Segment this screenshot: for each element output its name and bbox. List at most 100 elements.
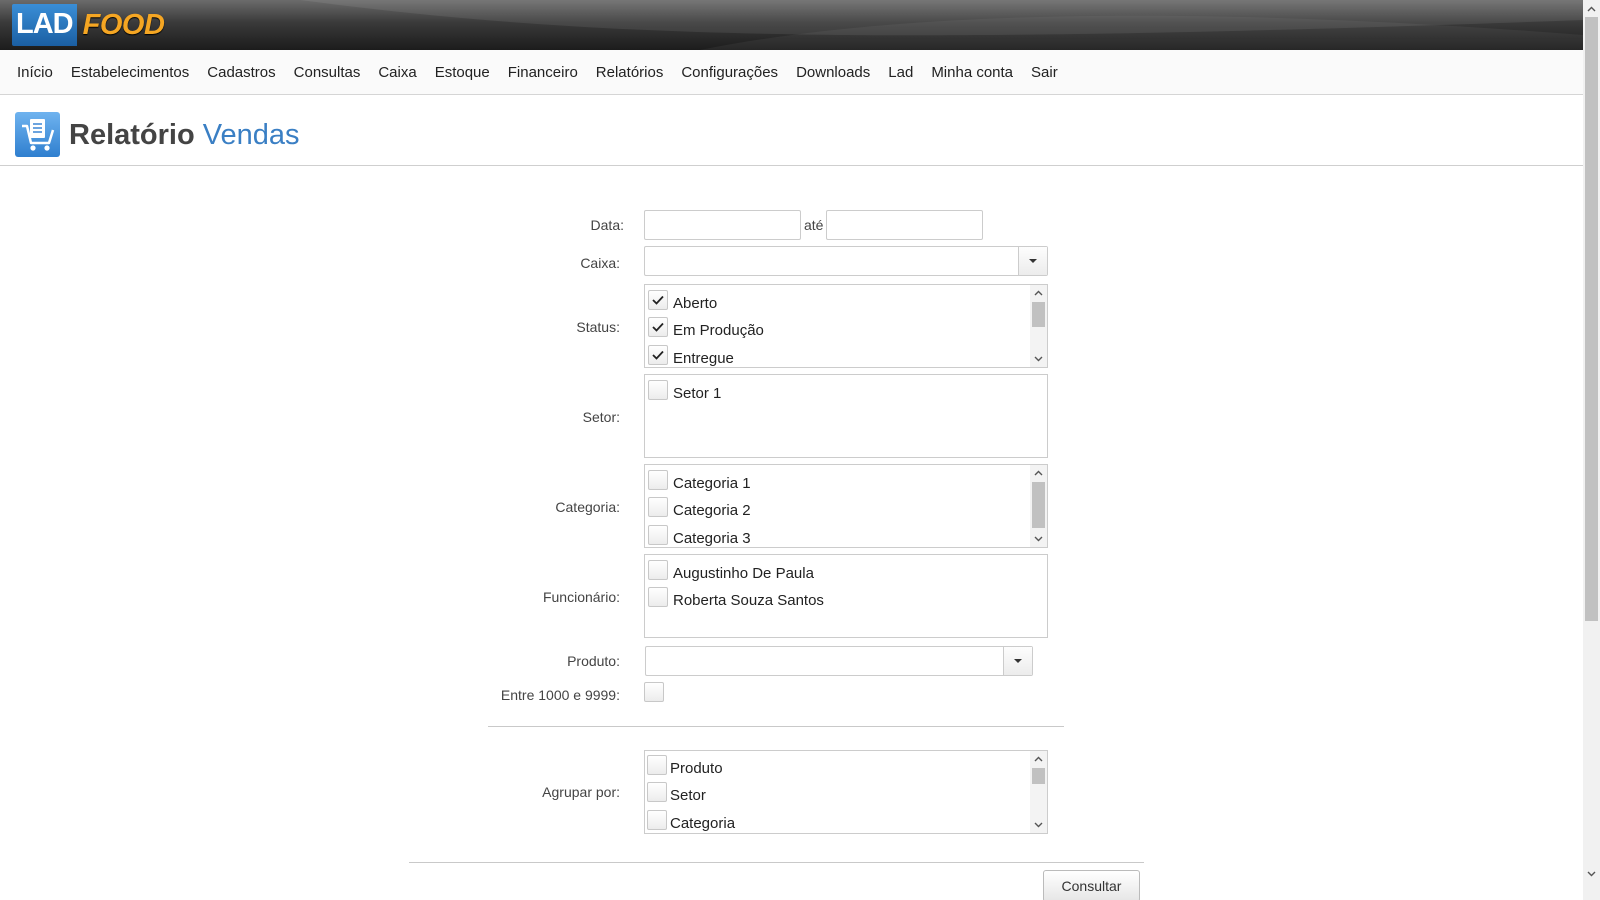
funcionario-checkbox[interactable] [648, 587, 668, 607]
categoria-scrollbar[interactable] [1030, 465, 1047, 547]
status-option-em-producao[interactable]: Em Produção [648, 315, 764, 339]
agrupar-checkbox[interactable] [647, 782, 667, 802]
agrupar-checkbox[interactable] [647, 810, 667, 830]
scroll-thumb[interactable] [1032, 302, 1045, 327]
status-row: Status: Aberto Em Produção Entregue [0, 284, 1583, 368]
funcionario-row: Funcionário: Augustinho De Paula Roberta… [0, 554, 1583, 638]
nav-item-cadastros[interactable]: Cadastros [198, 50, 284, 95]
page-scrollbar[interactable] [1583, 0, 1600, 900]
logo-food-text: FOOD [82, 8, 165, 41]
scroll-up-icon[interactable] [1030, 285, 1047, 301]
scroll-thumb[interactable] [1032, 482, 1045, 528]
funcionario-option[interactable]: Roberta Souza Santos [648, 585, 824, 609]
caixa-select[interactable] [644, 246, 1048, 276]
categoria-checkbox[interactable] [648, 470, 668, 490]
nav-item-lad[interactable]: Lad [879, 50, 922, 95]
produto-select[interactable] [645, 646, 1033, 676]
categoria-checkbox[interactable] [648, 525, 668, 545]
nav-item-configuracoes[interactable]: Configurações [672, 50, 787, 95]
nav-item-relatorios[interactable]: Relatórios [587, 50, 673, 95]
categoria-option-label: Categoria 2 [673, 501, 751, 519]
ladfood-logo[interactable]: LAD FOOD [12, 3, 165, 47]
setor-option[interactable]: Setor 1 [648, 378, 721, 402]
categoria-listbox[interactable]: Categoria 1 Categoria 2 Categoria 3 [644, 464, 1048, 548]
nav-item-consultas[interactable]: Consultas [285, 50, 370, 95]
categoria-option[interactable]: Categoria 1 [648, 468, 751, 492]
agrupar-label: Agrupar por: [542, 784, 620, 800]
nav-item-downloads[interactable]: Downloads [787, 50, 879, 95]
nav-item-estoque[interactable]: Estoque [426, 50, 499, 95]
setor-row: Setor: Setor 1 [0, 374, 1583, 458]
checkmark-icon [652, 295, 664, 305]
agrupar-listbox[interactable]: Produto Setor Categoria [644, 750, 1048, 834]
checkmark-icon [652, 322, 664, 332]
data-label: Data: [590, 217, 624, 233]
funcionario-listbox[interactable]: Augustinho De Paula Roberta Souza Santos [644, 554, 1048, 638]
page-title: Relatório Vendas [69, 117, 300, 153]
header-swoosh-decoration [300, 0, 1583, 50]
categoria-option[interactable]: Categoria 3 [648, 523, 751, 547]
agrupar-checkbox[interactable] [647, 755, 667, 775]
scroll-thumb[interactable] [1032, 768, 1045, 784]
data-row: Data: até [0, 210, 1583, 240]
scroll-up-icon[interactable] [1030, 751, 1047, 767]
agrupar-option-produto[interactable]: Produto [647, 753, 723, 777]
categoria-checkbox[interactable] [648, 497, 668, 517]
setor-label: Setor: [582, 409, 620, 425]
consultar-button[interactable]: Consultar [1043, 870, 1140, 900]
page-title-bar: Relatório Vendas [0, 95, 1583, 166]
date-to-input[interactable] [826, 210, 983, 240]
status-checkbox[interactable] [648, 345, 668, 365]
caixa-row: Caixa: [0, 246, 1583, 276]
funcionario-label: Funcionário: [542, 589, 620, 605]
scroll-down-icon[interactable] [1030, 531, 1047, 547]
nav-item-estabelecimentos[interactable]: Estabelecimentos [62, 50, 198, 95]
top-header: LAD FOOD [0, 0, 1583, 50]
status-scrollbar[interactable] [1030, 285, 1047, 367]
produto-dropdown-button[interactable] [1003, 647, 1032, 675]
page-viewport: LAD FOOD Início Estabelecimentos Cadastr… [0, 0, 1583, 900]
agrupar-option-setor[interactable]: Setor [647, 780, 706, 804]
categoria-option-label: Categoria 1 [673, 474, 751, 492]
agrupar-row: Agrupar por: Produto Setor Categoria [0, 750, 1583, 834]
categoria-option[interactable]: Categoria 2 [648, 495, 751, 519]
caixa-label: Caixa: [580, 255, 620, 271]
nav-item-minha-conta[interactable]: Minha conta [922, 50, 1022, 95]
categoria-row: Categoria: Categoria 1 Categoria 2 Categ… [0, 464, 1583, 548]
nav-item-inicio[interactable]: Início [8, 50, 62, 95]
status-checkbox[interactable] [648, 317, 668, 337]
funcionario-checkbox[interactable] [648, 560, 668, 580]
page-scroll-down-icon[interactable] [1583, 865, 1600, 882]
funcionario-option-label: Augustinho De Paula [673, 564, 814, 582]
status-option-aberto[interactable]: Aberto [648, 288, 717, 312]
status-listbox[interactable]: Aberto Em Produção Entregue [644, 284, 1048, 368]
page-title-accent: Vendas [202, 119, 300, 151]
nav-item-caixa[interactable]: Caixa [369, 50, 425, 95]
nav-item-sair[interactable]: Sair [1022, 50, 1067, 95]
status-option-entregue[interactable]: Entregue [648, 343, 734, 367]
setor-checkbox[interactable] [648, 380, 668, 400]
page-scroll-up-icon[interactable] [1583, 0, 1600, 17]
page-scroll-thumb[interactable] [1585, 17, 1598, 621]
date-separator: até [804, 217, 824, 233]
status-checkbox[interactable] [648, 290, 668, 310]
status-option-label: Em Produção [673, 321, 764, 339]
scroll-down-icon[interactable] [1030, 817, 1047, 833]
status-label: Status: [576, 319, 620, 335]
range-row: Entre 1000 e 9999: [0, 682, 1583, 706]
chevron-down-icon [1014, 659, 1022, 663]
scroll-down-icon[interactable] [1030, 351, 1047, 367]
produto-label: Produto: [567, 653, 620, 669]
funcionario-option-label: Roberta Souza Santos [673, 591, 824, 609]
agrupar-scrollbar[interactable] [1030, 751, 1047, 833]
date-from-input[interactable] [644, 210, 801, 240]
agrupar-option-label: Categoria [670, 814, 736, 832]
setor-listbox[interactable]: Setor 1 [644, 374, 1048, 458]
agrupar-option-label: Produto [670, 759, 723, 777]
caixa-dropdown-button[interactable] [1018, 247, 1047, 275]
nav-item-financeiro[interactable]: Financeiro [499, 50, 587, 95]
funcionario-option[interactable]: Augustinho De Paula [648, 558, 814, 582]
scroll-up-icon[interactable] [1030, 465, 1047, 481]
agrupar-option-categoria[interactable]: Categoria [647, 808, 735, 832]
range-checkbox[interactable] [644, 682, 664, 702]
